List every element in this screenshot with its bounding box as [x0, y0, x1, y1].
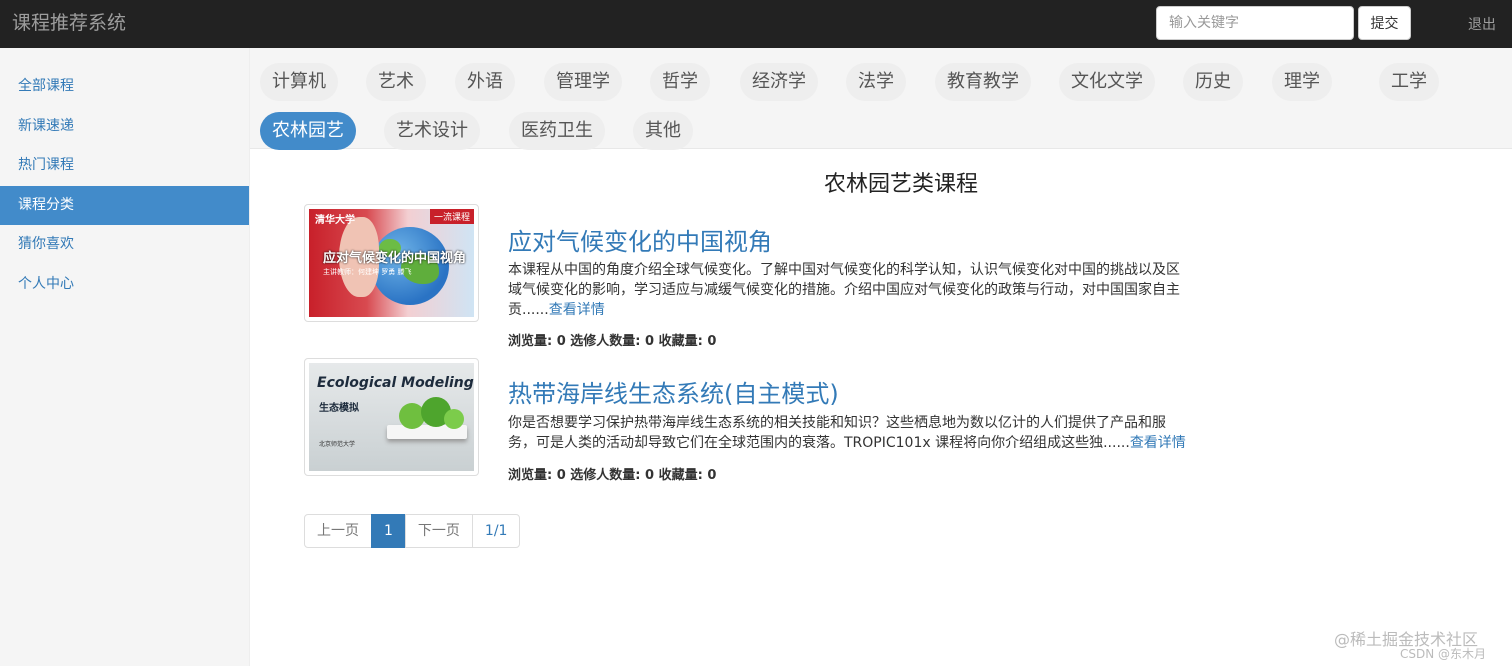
submit-button[interactable]: 提交 [1358, 6, 1411, 40]
thumbnail-footer: 北京师范大学 [319, 441, 356, 448]
category-pill[interactable]: 哲学 [650, 63, 710, 101]
watermark-text: CSDN @东木月 [1400, 647, 1487, 661]
course-description: 你是否想要学习保护热带海岸线生态系统的相关技能和知识？这些栖息地为数以亿计的人们… [508, 413, 1192, 453]
category-pill[interactable]: 其他 [633, 112, 693, 150]
course-stats: 浏览量: 0 选修人数量: 0 收藏量: 0 [508, 334, 717, 349]
course-description-text: 你是否想要学习保护热带海岸线生态系统的相关技能和知识？这些栖息地为数以亿计的人们… [508, 415, 1166, 451]
sidebar-item-all-courses[interactable]: 全部课程 [0, 67, 249, 107]
category-pill[interactable]: 艺术设计 [384, 112, 480, 150]
thumbnail-subtitle: 主讲教师：何建坤 罗勇 滕飞 [323, 268, 412, 276]
category-pill[interactable]: 历史 [1183, 63, 1243, 101]
thumbnail-caption: 应对气候变化的中国视角 [323, 251, 467, 266]
logout-link[interactable]: 退出 [1468, 14, 1496, 34]
brand-title[interactable]: 课程推荐系统 [12, 11, 126, 35]
sidebar-item-personal-center[interactable]: 个人中心 [0, 265, 249, 305]
course-description-text: 本课程从中国的角度介绍全球气候变化。了解中国对气候变化的科学认知，认识气候变化对… [508, 262, 1180, 318]
sidebar-item-recommended[interactable]: 猜你喜欢 [0, 225, 249, 265]
thumbnail-caption: Ecological Modeling [317, 375, 474, 391]
thumbnail-subtitle: 生态模拟 [319, 403, 359, 414]
course-thumbnail[interactable]: Ecological Modeling 生态模拟 北京师范大学 [304, 358, 479, 476]
sidebar: 全部课程 新课速递 热门课程 课程分类 猜你喜欢 个人中心 [0, 48, 250, 666]
category-pill[interactable]: 经济学 [740, 63, 818, 101]
prev-page-button[interactable]: 上一页 [304, 514, 372, 548]
sidebar-item-new-courses[interactable]: 新课速递 [0, 107, 249, 147]
course-title-link[interactable]: 应对气候变化的中国视角 [508, 222, 772, 257]
course-badge: 一流课程 [429, 209, 474, 224]
section-title: 农林园艺类课程 [823, 172, 978, 197]
top-navbar: 课程推荐系统 提交 退出 [0, 0, 1512, 48]
category-bar: 计算机 艺术 外语 管理学 哲学 经济学 法学 教育教学 文化文学 历史 理学 … [250, 48, 1512, 150]
university-logo: 清华大学 [315, 215, 355, 226]
course-item: Ecological Modeling 生态模拟 北京师范大学 热带海岸线生态系… [304, 358, 1204, 483]
sidebar-item-hot-courses[interactable]: 热门课程 [0, 146, 249, 186]
category-pill[interactable]: 法学 [846, 63, 906, 101]
sidebar-item-course-categories[interactable]: 课程分类 [0, 185, 249, 225]
course-item: 一流课程 清华大学 应对气候变化的中国视角 主讲教师：何建坤 罗勇 滕飞 应对气… [304, 204, 1204, 354]
course-stats: 浏览量: 0 选修人数量: 0 收藏量: 0 [508, 468, 717, 483]
category-pill[interactable]: 工学 [1379, 63, 1439, 101]
course-description: 本课程从中国的角度介绍全球气候变化。了解中国对气候变化的科学认知，认识气候变化对… [508, 260, 1192, 320]
course-title-link[interactable]: 热带海岸线生态系统(自主模式) [508, 374, 839, 409]
category-pill[interactable]: 外语 [455, 63, 515, 101]
page-count[interactable]: 1/1 [471, 514, 521, 548]
page-number-button[interactable]: 1 [371, 514, 406, 548]
pagination: 上一页 1 下一页 1/1 [304, 514, 521, 548]
category-pill[interactable]: 管理学 [544, 63, 622, 101]
view-details-link[interactable]: 查看详情 [549, 302, 605, 318]
view-details-link[interactable]: 查看详情 [1130, 435, 1186, 451]
course-thumbnail[interactable]: 一流课程 清华大学 应对气候变化的中国视角 主讲教师：何建坤 罗勇 滕飞 [304, 204, 479, 322]
category-pill[interactable]: 教育教学 [935, 63, 1031, 101]
category-pill[interactable]: 医药卫生 [509, 112, 605, 150]
search-input[interactable] [1156, 6, 1354, 40]
category-pill[interactable]: 理学 [1272, 63, 1332, 101]
next-page-button[interactable]: 下一页 [404, 514, 473, 548]
category-pill[interactable]: 艺术 [366, 63, 426, 101]
tree-shape [444, 409, 464, 429]
category-pill[interactable]: 计算机 [260, 63, 338, 101]
category-pill-active[interactable]: 农林园艺 [260, 112, 356, 150]
category-pill[interactable]: 文化文学 [1059, 63, 1155, 101]
